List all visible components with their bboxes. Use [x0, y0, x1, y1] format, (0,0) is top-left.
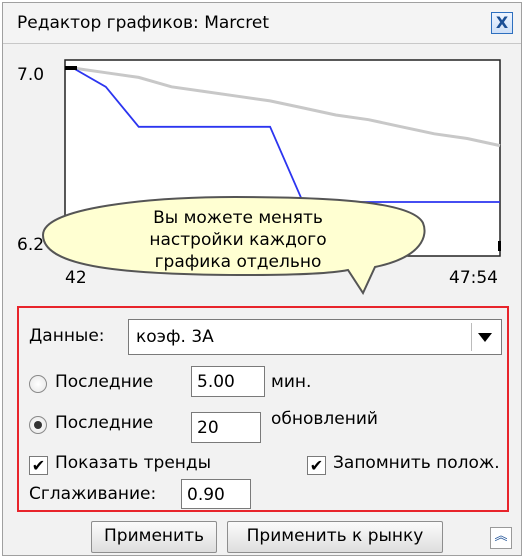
callout-line-1: Вы можете менять: [153, 208, 323, 228]
double-chevron-up-icon[interactable]: ︽: [490, 527, 512, 549]
x-right-label: 47:54: [449, 268, 498, 288]
show-trends-label: Показать тренды: [55, 453, 212, 473]
y-bottom-label: 6.2: [17, 235, 44, 255]
window-title: Редактор графиков: Marcret: [17, 13, 269, 33]
last-minutes-input[interactable]: [191, 366, 265, 397]
last-updates-unit: обновлений: [271, 409, 378, 429]
data-select[interactable]: коэф. 3А: [128, 319, 502, 355]
y-top-label: 7.0: [17, 65, 44, 85]
smoothing-label: Сглаживание:: [29, 484, 157, 504]
remember-position-checkbox[interactable]: ✔: [307, 456, 326, 475]
last-minutes-label: Последние: [55, 372, 154, 392]
dropdown-arrow-icon[interactable]: [471, 323, 498, 351]
last-updates-radio[interactable]: [29, 416, 47, 434]
apply-button[interactable]: Применить: [91, 521, 217, 553]
smoothing-input[interactable]: [181, 479, 251, 509]
close-button[interactable]: X: [491, 12, 513, 34]
title-bar[interactable]: Редактор графиков: Marcret X: [3, 3, 521, 44]
last-minutes-unit: мин.: [271, 372, 312, 392]
right-axis-marker: [498, 241, 501, 251]
callout-line-2: настройки каждого: [149, 230, 326, 250]
data-select-value: коэф. 3А: [136, 327, 214, 347]
callout-line-3: графика отдельно: [155, 252, 322, 272]
data-label: Данные:: [29, 326, 105, 346]
apply-to-market-button[interactable]: Применить к рынку: [227, 521, 443, 553]
show-trends-checkbox[interactable]: ✔: [29, 456, 48, 475]
last-updates-input[interactable]: [191, 412, 261, 443]
y-top-marker: [65, 66, 77, 70]
remember-position-label: Запомнить полож.: [333, 453, 500, 473]
settings-panel: Данные: коэф. 3А Последние мин. Последни…: [17, 306, 509, 512]
chart-editor-window: Редактор графиков: Marcret X 7.0 6.2 42 …: [2, 2, 522, 556]
chart-area: 7.0 6.2 42 47:54 Вы можете менять настро…: [17, 59, 501, 295]
last-updates-label: Последние: [55, 413, 154, 433]
last-minutes-radio[interactable]: [29, 375, 47, 393]
x-left-label: 42: [65, 268, 87, 288]
